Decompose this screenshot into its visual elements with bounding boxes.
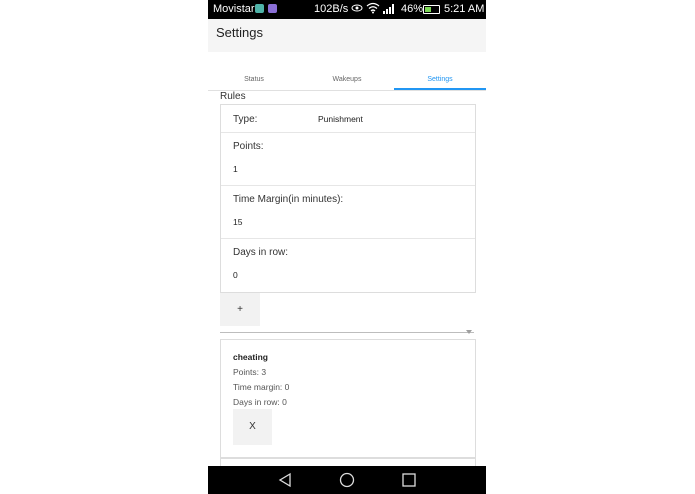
phone-screen: Movistar 102B/s 46% 5:21 AM Settings Sta… xyxy=(208,0,486,494)
clock: 5:21 AM xyxy=(444,3,485,15)
status-bar: Movistar 102B/s 46% 5:21 AM xyxy=(208,0,486,19)
type-row: Type: Punishment xyxy=(221,105,475,133)
rule-margin: Time margin: 0 xyxy=(233,382,290,392)
notification-app-icon xyxy=(268,4,277,13)
battery-percent: 46% xyxy=(401,3,424,15)
page-title: Settings xyxy=(216,25,263,40)
tab-wakeups[interactable]: Wakeups xyxy=(301,76,393,83)
points-row: Points: 1 xyxy=(221,132,475,186)
rule-days: Days in row: 0 xyxy=(233,397,287,407)
network-speed: 102B/s xyxy=(314,3,349,15)
recents-icon[interactable] xyxy=(401,472,417,493)
wifi-icon xyxy=(366,2,380,17)
rule-card: cheating Points: 3 Time margin: 0 Days i… xyxy=(220,339,476,459)
carrier-name: Movistar xyxy=(213,3,255,15)
tab-status[interactable]: Status xyxy=(208,76,300,83)
divider xyxy=(220,332,474,333)
dropdown-caret-icon xyxy=(466,330,472,334)
margin-input[interactable]: 15 xyxy=(233,217,242,227)
type-select[interactable]: Punishment xyxy=(318,114,363,124)
points-input[interactable]: 1 xyxy=(233,164,238,174)
points-label: Points: xyxy=(233,141,264,152)
remove-rule-button[interactable]: X xyxy=(233,409,272,445)
rule-name: cheating xyxy=(233,352,268,362)
days-input[interactable]: 0 xyxy=(233,270,238,280)
battery-icon xyxy=(423,5,440,14)
notification-app-icon xyxy=(255,4,264,13)
navigation-bar xyxy=(208,466,486,494)
app-bar: Settings xyxy=(208,19,486,52)
tab-indicator xyxy=(394,88,486,90)
margin-row: Time Margin(in minutes): 15 xyxy=(221,185,475,239)
back-icon[interactable] xyxy=(278,472,292,493)
type-label: Type: xyxy=(233,114,258,125)
tab-bar: Status Wakeups Settings xyxy=(208,70,486,91)
margin-label: Time Margin(in minutes): xyxy=(233,194,344,205)
days-label: Days in row: xyxy=(233,247,289,258)
rule-form: Type: Punishment Points: 1 Time Margin(i… xyxy=(220,104,476,293)
rule-points: Points: 3 xyxy=(233,367,267,377)
days-row: Days in row: 0 xyxy=(221,238,475,291)
tab-settings[interactable]: Settings xyxy=(394,76,486,83)
add-rule-button[interactable]: + xyxy=(220,293,260,326)
home-icon[interactable] xyxy=(339,472,355,493)
signal-icon xyxy=(383,4,397,17)
section-title: Rules xyxy=(220,91,246,102)
eye-comfort-icon xyxy=(351,3,363,16)
